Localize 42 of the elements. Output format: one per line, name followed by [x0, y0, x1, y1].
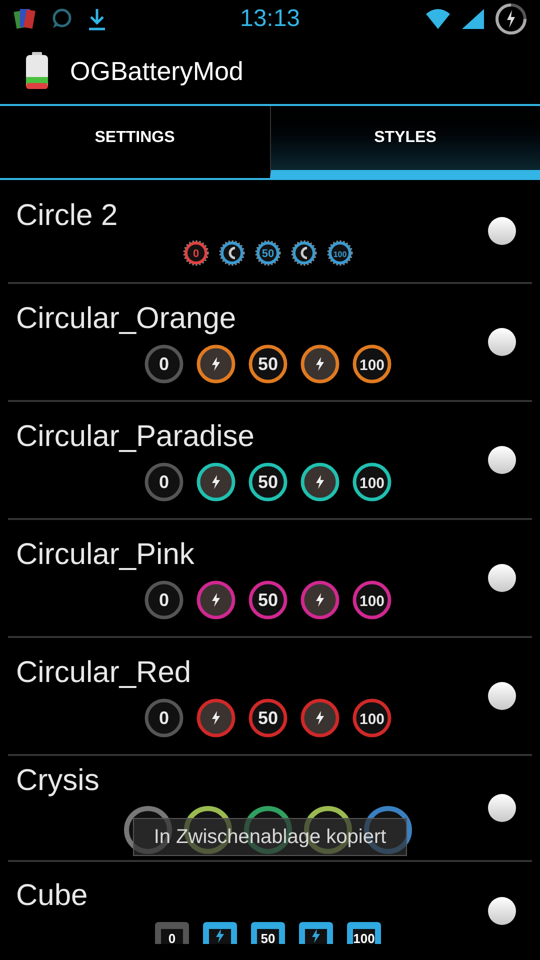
- battery-level-icon: 100: [351, 697, 393, 739]
- battery-level-icon: 0: [153, 920, 191, 946]
- battery-level-icon: 50: [249, 920, 287, 946]
- app-icon: [24, 51, 50, 91]
- battery-level-icon: 50: [247, 461, 289, 503]
- battery-level-icon: 50: [247, 579, 289, 621]
- app-title: OGBatteryMod: [70, 54, 244, 88]
- battery-level-icon: 0: [183, 240, 209, 266]
- battery-level-icon: 100: [345, 920, 383, 946]
- battery-level-icon: 100: [351, 343, 393, 385]
- radio-button[interactable]: [488, 794, 516, 822]
- battery-level-icon: 50: [255, 240, 281, 266]
- battery-level-icon: 100: [351, 579, 393, 621]
- download-icon: [86, 7, 108, 31]
- style-name: Crysis: [16, 763, 100, 799]
- chat-icon: [50, 7, 74, 31]
- battery-level-icon: 0: [143, 697, 185, 739]
- battery-level-icon: 100: [351, 461, 393, 503]
- radio-button[interactable]: [488, 897, 516, 925]
- style-name: Circular_Red: [16, 655, 192, 691]
- radio-button[interactable]: [488, 328, 516, 356]
- style-name: Circular_Pink: [16, 537, 196, 573]
- toast: In Zwischenablage kopiert: [133, 818, 407, 856]
- style-name: Circular_Paradise: [16, 419, 256, 455]
- signal-icon: [460, 7, 486, 31]
- tab[interactable]: SETTINGS: [0, 106, 270, 178]
- style-name: Circular_Orange: [16, 301, 238, 337]
- battery-level-icon: 0: [143, 343, 185, 385]
- battery-icon: [494, 2, 528, 36]
- tab[interactable]: STYLES: [270, 106, 540, 178]
- radio-button[interactable]: [488, 217, 516, 245]
- battery-level-icon: 0: [143, 579, 185, 621]
- battery-level-icon: 0: [143, 461, 185, 503]
- battery-level-icon: 50: [247, 343, 289, 385]
- battery-level-icon: 50: [247, 697, 289, 739]
- radio-button[interactable]: [488, 564, 516, 592]
- style-name: Circle 2: [16, 198, 119, 234]
- clock: 13:13: [240, 5, 300, 32]
- battery-level-icon: 100: [327, 240, 353, 266]
- radio-button[interactable]: [488, 446, 516, 474]
- style-name: Cube: [16, 878, 89, 914]
- radio-button[interactable]: [488, 682, 516, 710]
